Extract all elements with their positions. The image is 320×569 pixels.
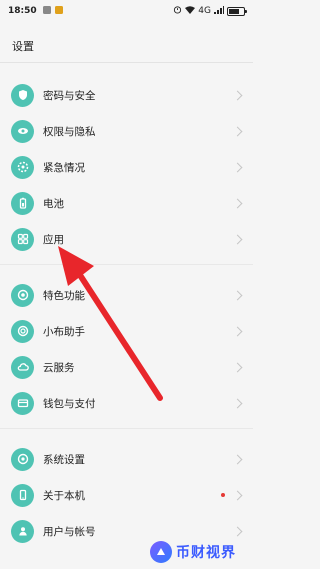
title-divider [0,62,253,63]
item-label: 系统设置 [43,453,85,466]
battery-fill [229,8,239,14]
settings-item-assistant[interactable]: 小布助手 [0,314,253,348]
emergency-icon [11,155,34,179]
chevron-right-icon [232,526,243,536]
item-label: 权限与隐私 [43,125,96,138]
settings-item-apps[interactable]: 应用 [0,222,253,256]
status-time: 18:50 [8,6,37,16]
chevron-right-icon [232,198,243,208]
update-badge-dot [221,493,225,497]
item-label: 电池 [43,197,64,210]
lock-shield-icon [11,83,34,107]
settings-item-cloud[interactable]: 云服务 [0,350,253,384]
settings-item-permissions-privacy[interactable]: 权限与隐私 [0,114,253,148]
item-label: 密码与安全 [43,89,96,102]
cloud-icon [11,355,34,379]
apps-grid-icon [11,227,34,251]
watermark: 币财视界 [150,538,248,566]
chevron-right-icon [232,126,243,136]
settings-item-features[interactable]: 特色功能 [0,278,253,312]
watermark-logo-icon [150,541,172,563]
item-label: 钱包与支付 [43,397,96,410]
item-label: 特色功能 [43,289,85,302]
signal-icon [214,5,224,17]
system-settings-icon [11,447,34,471]
settings-item-emergency[interactable]: 紧急情况 [0,150,253,184]
group-divider [0,264,253,265]
group-divider [0,428,253,429]
settings-item-system[interactable]: 系统设置 [0,442,253,476]
privacy-eye-icon [11,119,34,143]
item-label: 紧急情况 [43,161,85,174]
user-account-icon [11,519,34,543]
chevron-right-icon [232,490,243,500]
chevron-right-icon [232,326,243,336]
status-right-group: 4G [173,5,247,17]
chevron-right-icon [232,234,243,244]
chevron-right-icon [232,454,243,464]
item-label: 小布助手 [43,325,85,338]
chevron-right-icon [232,162,243,172]
assistant-icon [11,319,34,343]
settings-item-battery[interactable]: 电池 [0,186,253,220]
settings-item-password-security[interactable]: 密码与安全 [0,78,253,112]
battery-icon [11,191,34,215]
settings-item-wallet[interactable]: 钱包与支付 [0,386,253,420]
watermark-text: 币财视界 [176,545,236,561]
item-label: 关于本机 [43,489,85,502]
chevron-right-icon [232,398,243,408]
feature-icon [11,283,34,307]
notification-icon [42,5,51,17]
alarm-icon [173,5,182,17]
chevron-right-icon [232,90,243,100]
network-type: 4G [198,6,211,16]
item-label: 云服务 [43,361,75,374]
status-bar: 18:50 4G [0,0,253,22]
chevron-right-icon [232,362,243,372]
chevron-right-icon [232,290,243,300]
phone-icon [11,483,34,507]
item-label: 用户与帐号 [43,525,96,538]
app-notification-icon [54,5,63,17]
item-label: 应用 [43,233,64,246]
settings-item-about-phone[interactable]: 关于本机 [0,478,253,512]
page-title: 设置 [12,40,34,53]
wifi-icon [185,5,196,17]
wallet-icon [11,391,34,415]
battery-indicator [227,6,247,16]
